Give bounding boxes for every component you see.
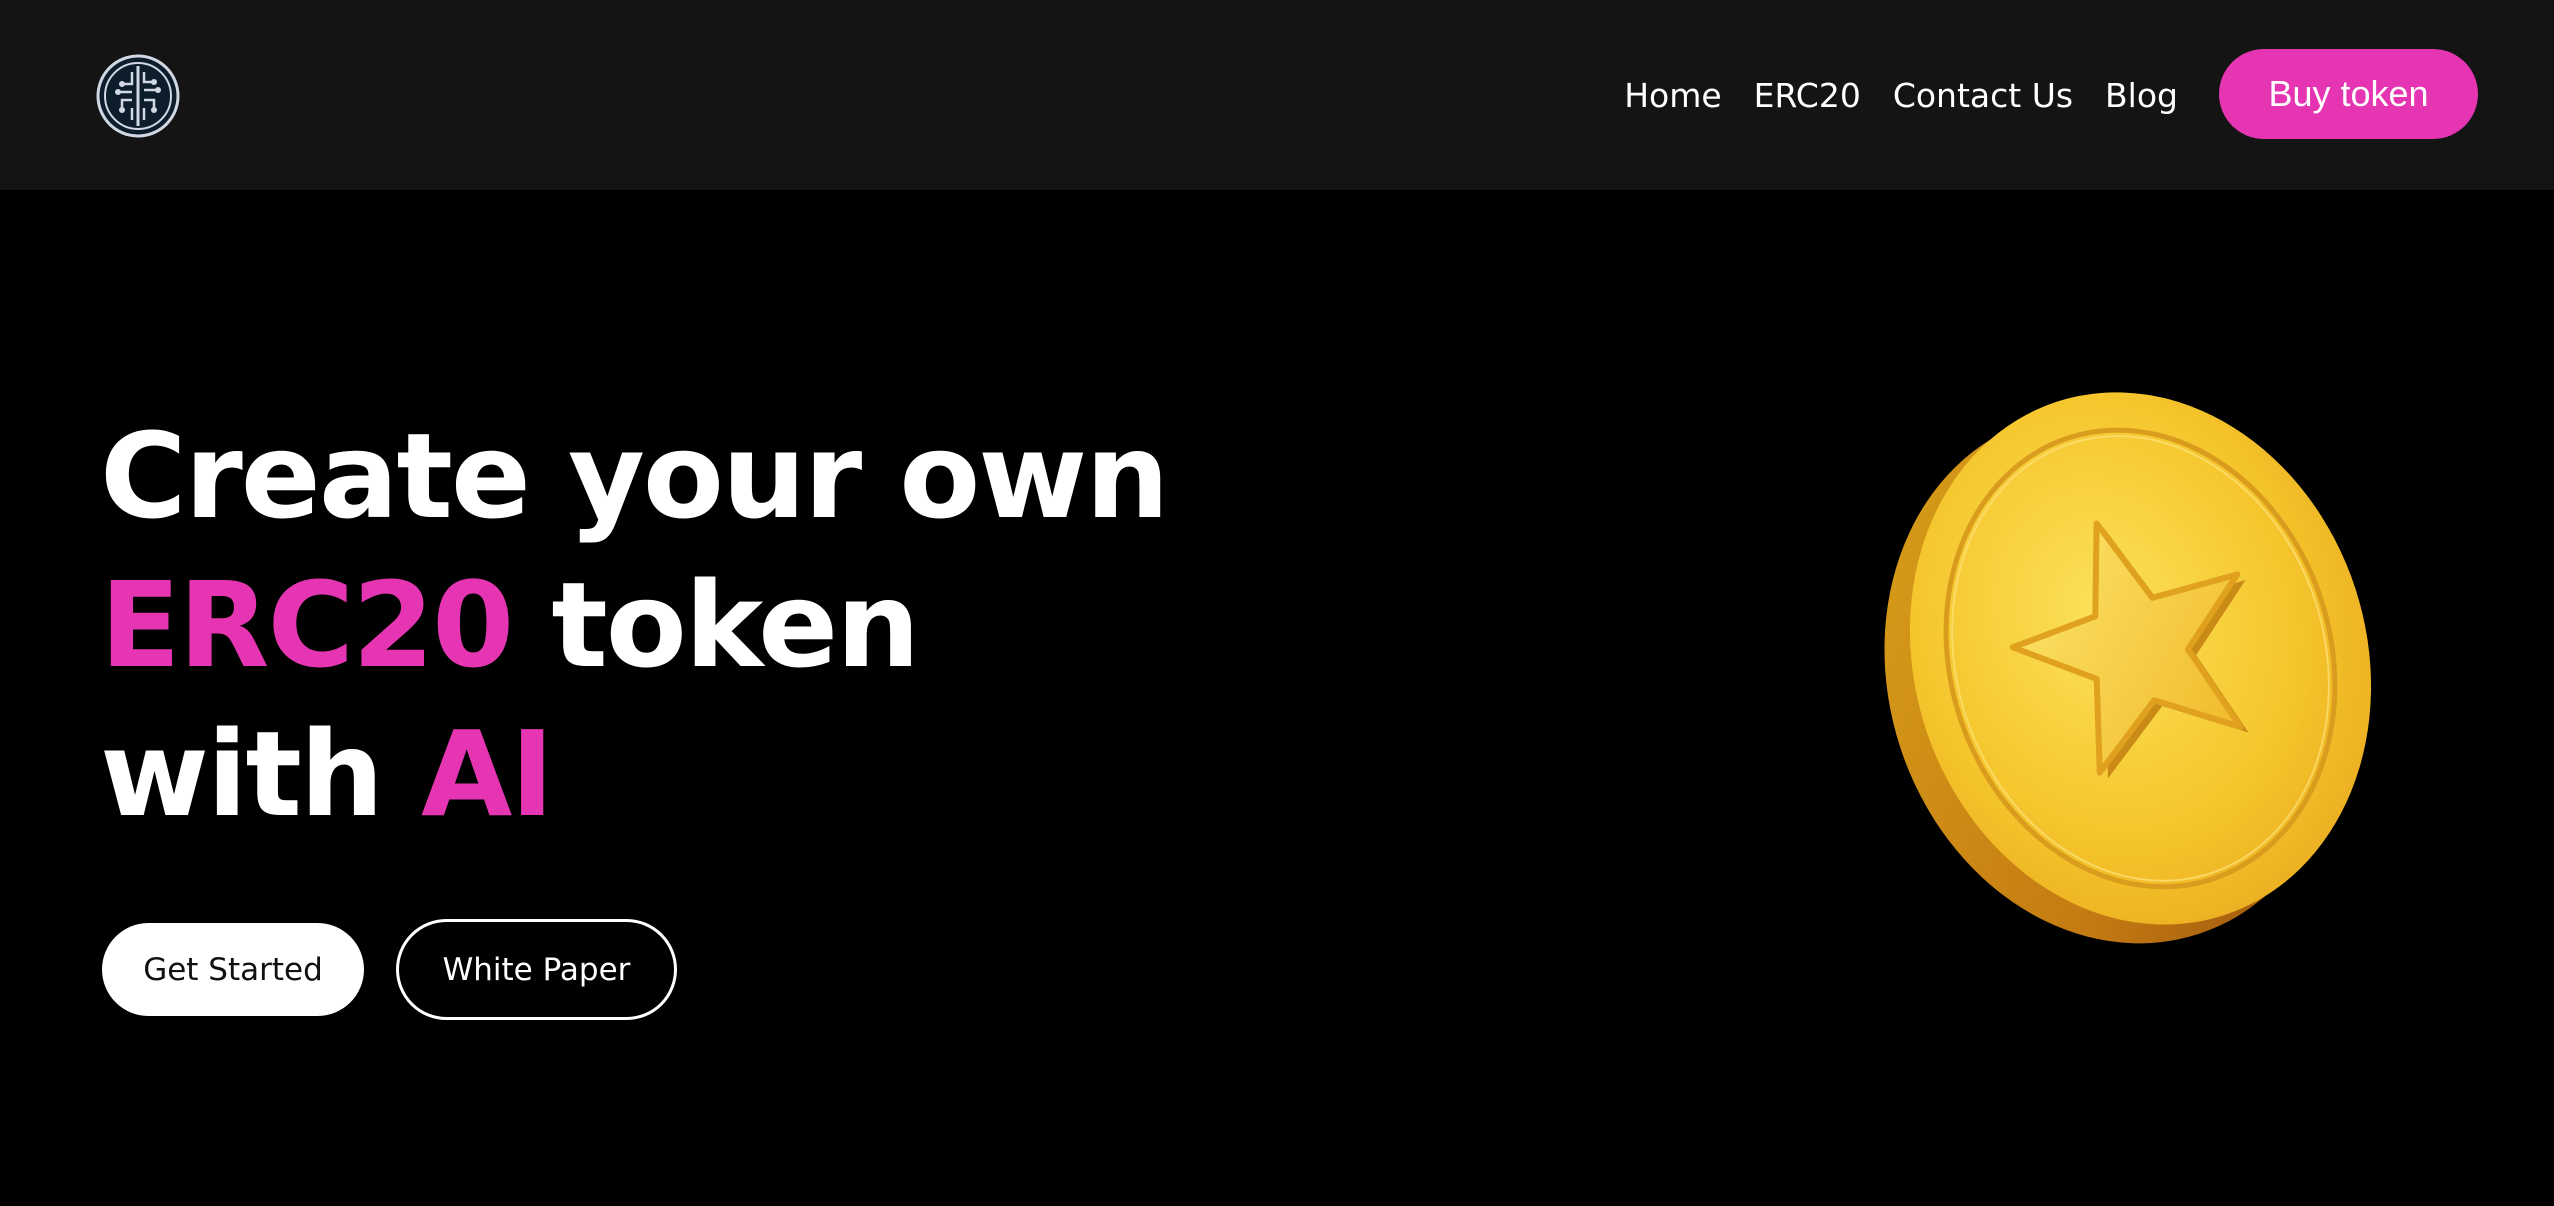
get-started-button[interactable]: Get Started [102, 923, 364, 1016]
nav-contact-us-link[interactable]: Contact Us [1893, 76, 2073, 115]
hero-title: Create your own ERC20 token with AI [100, 402, 1169, 849]
hero-title-ai-accent: AI [420, 705, 554, 843]
site-header: Home ERC20 Contact Us Blog Buy token [0, 0, 2554, 190]
hero-title-with: with [100, 705, 421, 843]
gold-star-coin-icon [1850, 380, 2410, 950]
hero-title-erc20-accent: ERC20 [100, 556, 514, 694]
circuit-brain-logo-icon[interactable] [96, 54, 180, 138]
hero-title-token: token [512, 556, 920, 694]
white-paper-button[interactable]: White Paper [396, 919, 677, 1020]
hero-title-line-1: Create your own [100, 407, 1169, 545]
buy-token-button[interactable]: Buy token [2219, 49, 2478, 139]
nav-home-link[interactable]: Home [1624, 76, 1721, 115]
nav-blog-link[interactable]: Blog [2105, 76, 2178, 115]
main-nav: Home ERC20 Contact Us Blog [1624, 0, 2178, 190]
nav-erc20-link[interactable]: ERC20 [1754, 76, 1861, 115]
